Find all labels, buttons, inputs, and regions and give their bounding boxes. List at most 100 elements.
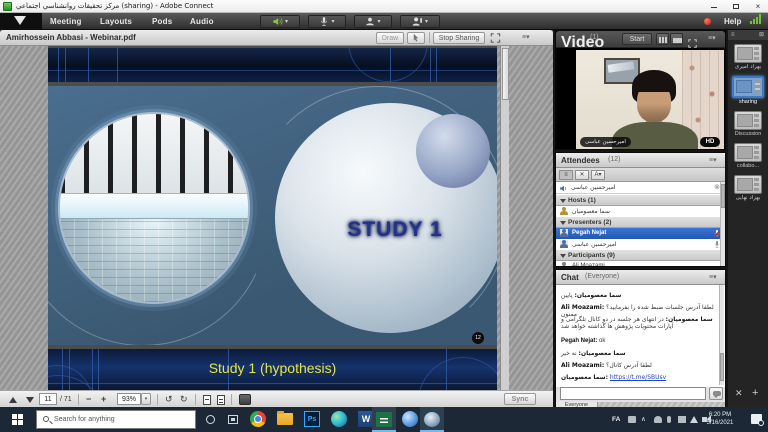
attendee-row-host[interactable]: سما معصومیان xyxy=(556,206,725,217)
zoom-dropdown-arrow[interactable]: ▾ xyxy=(141,393,151,405)
minimize-button[interactable] xyxy=(706,1,722,12)
excel-icon xyxy=(380,416,388,423)
grid-view-icon[interactable] xyxy=(670,33,683,45)
status-button[interactable]: ▾ xyxy=(400,15,440,28)
rotate-cw-icon[interactable]: ↻ xyxy=(180,394,188,405)
start-button[interactable] xyxy=(12,414,23,425)
group-header-hosts[interactable]: Hosts (1) xyxy=(556,195,725,206)
photoshop-icon[interactable]: Ps xyxy=(304,411,320,427)
slide-next-caption: Study 1 (hypothesis) xyxy=(48,360,497,376)
filmstrip-view-icon[interactable] xyxy=(656,33,669,45)
webcam-button[interactable]: ▾ xyxy=(354,15,392,28)
attendees-scrollbar[interactable] xyxy=(720,182,725,267)
add-layout-icon[interactable]: + xyxy=(752,387,758,399)
task-view-icon[interactable] xyxy=(228,415,238,424)
page-number-input[interactable]: 11 xyxy=(39,393,57,405)
layout-bar-pin-icon[interactable]: ⊠ xyxy=(759,30,764,40)
document-scrollbar[interactable] xyxy=(500,46,509,390)
microphone-button[interactable]: ▾ xyxy=(308,15,346,28)
chat-messages-area[interactable]: سما معصومیان: پایین Ali Moazami: لطفا آد… xyxy=(556,285,725,385)
menu-meeting[interactable]: Meeting xyxy=(50,17,82,26)
close-layout-bar-icon[interactable]: ✕ xyxy=(735,388,743,399)
layout-item-5-label: بهزاد نهایی xyxy=(728,195,768,201)
maximize-button[interactable] xyxy=(728,1,744,12)
chat-scrollbar-thumb[interactable] xyxy=(720,353,724,381)
menu-audio[interactable]: Audio xyxy=(190,17,214,26)
status-dropdown-arrow[interactable]: ▾ xyxy=(425,19,428,25)
attendee-row-presenter[interactable]: امیرحسین عباسی xyxy=(556,239,725,250)
layout-item-collaboration[interactable] xyxy=(734,143,762,162)
sort-attendees-icon[interactable]: A▾ xyxy=(591,170,605,180)
cortana-icon[interactable] xyxy=(206,415,215,424)
tray-microphone-icon[interactable] xyxy=(667,416,671,423)
fit-page-icon[interactable] xyxy=(217,395,225,405)
taskbar-clock[interactable]: 6:20 PM 5/16/2021 xyxy=(702,412,738,427)
globe-app-icon[interactable] xyxy=(402,411,418,427)
attendee-row-presenter-selected[interactable]: Pegah Nejat xyxy=(556,228,725,239)
webcam-icon xyxy=(365,16,375,27)
menu-pods[interactable]: Pods xyxy=(152,17,172,26)
next-page-button[interactable] xyxy=(26,397,34,403)
send-message-button[interactable] xyxy=(709,387,723,400)
language-indicator[interactable]: FA xyxy=(612,416,620,423)
menu-layouts[interactable]: Layouts xyxy=(100,17,132,26)
zoom-level-select[interactable]: 93% xyxy=(117,393,141,405)
list-view-icon[interactable]: ≡ xyxy=(559,170,573,180)
attendees-scrollbar-thumb[interactable] xyxy=(721,184,725,208)
attendees-pod-menu-icon[interactable]: ≡▾ xyxy=(709,156,717,164)
chat-scrollbar[interactable] xyxy=(719,285,724,385)
chrome-icon[interactable] xyxy=(250,411,266,427)
open-app-tile[interactable] xyxy=(372,407,396,432)
layout-item-5[interactable] xyxy=(734,175,762,194)
fit-width-icon[interactable] xyxy=(203,395,211,405)
zoom-out-button[interactable]: − xyxy=(86,394,91,405)
previous-page-button[interactable] xyxy=(9,397,17,403)
onedrive-cloud-icon[interactable] xyxy=(654,416,662,423)
tray-folder-icon[interactable] xyxy=(678,416,686,423)
chat-input[interactable] xyxy=(560,387,706,400)
microphone-dropdown-arrow[interactable]: ▾ xyxy=(331,19,334,25)
file-explorer-icon[interactable] xyxy=(277,413,293,425)
edge-icon[interactable] xyxy=(331,411,347,427)
webcam-dropdown-arrow[interactable]: ▾ xyxy=(377,19,380,25)
share-pod-menu-icon[interactable]: ≡▾ xyxy=(522,33,530,41)
speaker-button[interactable]: ▾ xyxy=(260,15,300,28)
group-header-participants[interactable]: Participants (9) xyxy=(556,250,725,261)
close-button[interactable]: × xyxy=(750,1,766,12)
slide-sphere-small xyxy=(416,114,490,188)
draw-button[interactable]: Draw xyxy=(376,32,404,44)
sync-button[interactable]: Sync xyxy=(504,393,536,405)
pointer-button[interactable] xyxy=(407,32,425,44)
speaker-dropdown-arrow[interactable]: ▾ xyxy=(285,19,288,25)
network-icon[interactable] xyxy=(690,416,698,423)
zoom-in-button[interactable]: + xyxy=(101,394,106,405)
app-icon xyxy=(3,2,12,11)
stop-sharing-button[interactable]: Stop Sharing xyxy=(433,32,485,44)
notification-center-icon[interactable] xyxy=(751,414,762,424)
video-pod-menu-icon[interactable]: ≡▾ xyxy=(708,34,716,42)
rotate-ccw-icon[interactable]: ↺ xyxy=(165,394,173,405)
adobe-logo-icon[interactable] xyxy=(0,13,42,30)
layout-bar-menu-icon[interactable]: ≡ xyxy=(731,30,735,40)
fullscreen-icon[interactable] xyxy=(490,33,501,45)
layout-item-2-label: sharing xyxy=(728,99,768,105)
start-webcam-button[interactable]: Start xyxy=(622,33,652,45)
video-pod-count: (1) xyxy=(590,34,599,41)
video-pod: Video (1) Start ≡▾ xyxy=(555,30,726,150)
layout-item-discussion[interactable] xyxy=(734,111,762,130)
open-app-tile-active[interactable] xyxy=(420,407,444,432)
chat-pod-menu-icon[interactable]: ≡▾ xyxy=(709,273,717,281)
show-hidden-icons-chevron[interactable]: ∧ xyxy=(641,415,646,423)
document-scrollbar-thumb[interactable] xyxy=(502,48,509,100)
layout-item-sharing-selected[interactable] xyxy=(732,76,764,98)
taskbar-search[interactable]: Search for anything xyxy=(36,410,196,429)
touch-keyboard-icon[interactable] xyxy=(628,416,636,423)
layout-item-1[interactable] xyxy=(734,44,762,63)
group-header-presenters[interactable]: Presenters (2) xyxy=(556,217,725,228)
menu-help[interactable]: Help xyxy=(724,17,741,26)
chat-link[interactable]: https://t.me/SBUsv xyxy=(610,374,666,381)
dismiss-active-speaker-icon[interactable]: ⊗ xyxy=(714,182,720,193)
pan-tool-icon[interactable] xyxy=(239,394,251,405)
attendee-row-participant[interactable]: Ali Moazami xyxy=(556,261,725,267)
breakout-view-icon[interactable]: ✕ xyxy=(575,170,589,180)
